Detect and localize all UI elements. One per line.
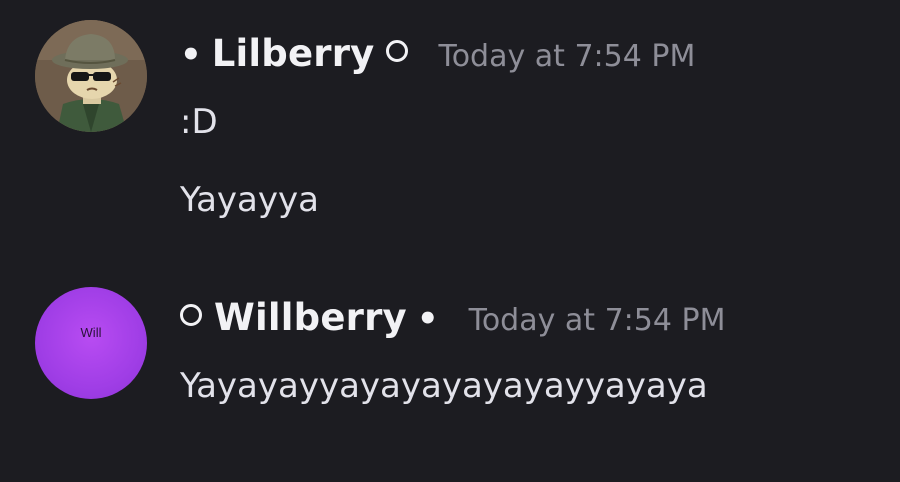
message-header: • Lilberry Today at 7:54 PM (180, 32, 695, 75)
avatar-label: Will (80, 325, 102, 340)
message-text: Yayayya (180, 180, 319, 220)
bullet-glyph: • (416, 299, 439, 339)
bullet-glyph: • (180, 35, 202, 75)
chat-log: • Lilberry Today at 7:54 PM :D Yayayya W… (0, 0, 900, 482)
username[interactable]: Lilberry (212, 32, 375, 75)
message-text: Yayayayyayayayayayayyayaya (180, 366, 708, 406)
ring-icon (180, 304, 202, 326)
message-header: Willberry • Today at 7:54 PM (180, 296, 725, 339)
avatar[interactable] (35, 20, 147, 132)
character-avatar-icon (35, 20, 147, 132)
username[interactable]: Willberry (214, 296, 407, 339)
timestamp[interactable]: Today at 7:54 PM (438, 39, 695, 74)
timestamp[interactable]: Today at 7:54 PM (469, 303, 726, 338)
ring-icon (386, 40, 409, 62)
avatar[interactable]: Will (35, 287, 147, 399)
message-text: :D (180, 102, 218, 142)
